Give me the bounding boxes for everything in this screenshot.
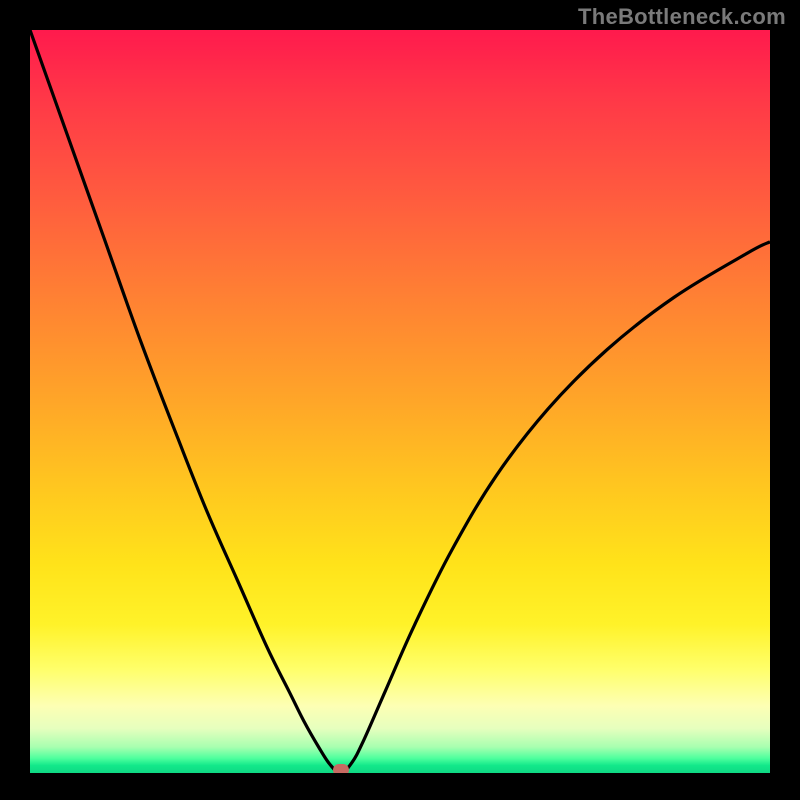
watermark-text: TheBottleneck.com: [578, 4, 786, 30]
chart-frame: TheBottleneck.com: [0, 0, 800, 800]
bottleneck-curve: [30, 30, 770, 773]
curve-path: [30, 30, 770, 773]
optimal-point-marker: [333, 764, 349, 773]
plot-area: [30, 30, 770, 773]
